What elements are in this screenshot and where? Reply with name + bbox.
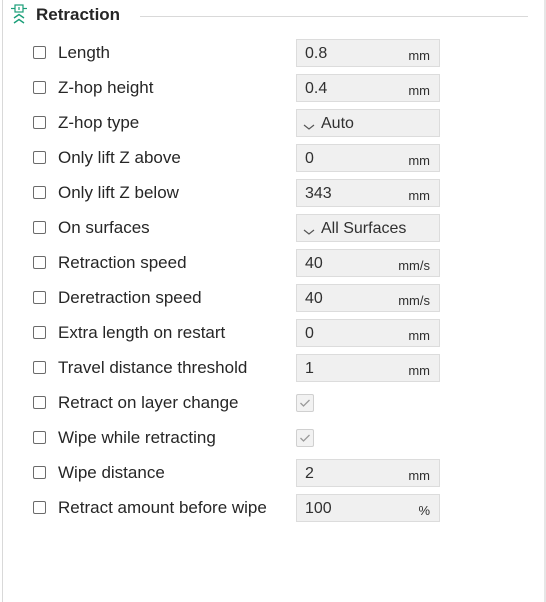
unit-label: mm: [408, 48, 430, 63]
override-checkbox[interactable]: [33, 291, 46, 304]
header-divider: [140, 16, 528, 17]
dropdown-value: All Surfaces: [321, 220, 407, 237]
chevron-down-icon: [303, 118, 315, 130]
unit-label: %: [418, 503, 430, 518]
retraction-icon: [9, 4, 29, 26]
unit-label: mm: [408, 363, 430, 378]
unit-label: mm: [408, 328, 430, 343]
override-checkbox[interactable]: [33, 221, 46, 234]
setting-row-on-surfaces: On surfaces All Surfaces: [0, 211, 546, 246]
override-checkbox[interactable]: [33, 81, 46, 94]
only-lift-z-below-input[interactable]: 343 mm: [296, 179, 440, 207]
setting-row-z-hop-type: Z-hop type Auto: [0, 106, 546, 141]
override-checkbox[interactable]: [33, 396, 46, 409]
input-value: 2: [305, 465, 314, 482]
setting-label: Retraction speed: [58, 253, 187, 272]
override-checkbox[interactable]: [33, 186, 46, 199]
override-checkbox[interactable]: [33, 466, 46, 479]
section-title: Retraction: [36, 5, 121, 24]
setting-row-only-lift-z-above: Only lift Z above 0 mm: [0, 141, 546, 176]
section-header: Retraction: [0, 0, 546, 30]
wipe-distance-input[interactable]: 2 mm: [296, 459, 440, 487]
setting-row-travel-distance-threshold: Travel distance threshold 1 mm: [0, 351, 546, 386]
setting-label: Travel distance threshold: [58, 358, 248, 377]
setting-label: Only lift Z above: [58, 148, 181, 167]
length-input[interactable]: 0.8 mm: [296, 39, 440, 67]
setting-label: Z-hop height: [58, 78, 154, 97]
wipe-while-retracting-checkbox[interactable]: [296, 429, 314, 447]
input-value: 1: [305, 360, 314, 377]
unit-label: mm: [408, 468, 430, 483]
input-value: 0: [305, 150, 314, 167]
setting-row-extra-length-on-restart: Extra length on restart 0 mm: [0, 316, 546, 351]
setting-row-wipe-while-retracting: Wipe while retracting: [0, 421, 546, 456]
checkmark-icon: [300, 399, 310, 407]
override-checkbox[interactable]: [33, 361, 46, 374]
unit-label: mm: [408, 188, 430, 203]
input-value: 0.4: [305, 80, 328, 97]
setting-label: Retract amount before wipe: [58, 498, 267, 517]
setting-row-retract-amount-before-wipe: Retract amount before wipe 100%: [0, 491, 546, 526]
setting-label: Only lift Z below: [58, 183, 179, 202]
override-checkbox[interactable]: [33, 151, 46, 164]
input-value: 343: [305, 185, 332, 202]
z-hop-type-dropdown[interactable]: Auto: [296, 109, 440, 137]
setting-row-wipe-distance: Wipe distance 2 mm: [0, 456, 546, 491]
input-value: 40: [305, 255, 323, 272]
checkmark-icon: [300, 434, 310, 442]
input-value: 0: [305, 325, 314, 342]
deretraction-speed-input[interactable]: 40 mm/s: [296, 284, 440, 312]
z-hop-height-input[interactable]: 0.4 mm: [296, 74, 440, 102]
setting-label: Extra length on restart: [58, 323, 226, 342]
setting-label: Retract on layer change: [58, 393, 239, 412]
chevron-down-icon: [303, 223, 315, 235]
setting-label: Z-hop type: [58, 113, 140, 132]
unit-label: mm: [408, 153, 430, 168]
setting-label: On surfaces: [58, 218, 150, 237]
extra-length-on-restart-input[interactable]: 0 mm: [296, 319, 440, 347]
override-checkbox[interactable]: [33, 326, 46, 339]
setting-label: Deretraction speed: [58, 288, 202, 307]
unit-label: mm/s: [398, 293, 430, 308]
setting-row-deretraction-speed: Deretraction speed 40 mm/s: [0, 281, 546, 316]
setting-label: Wipe while retracting: [58, 428, 216, 447]
override-checkbox[interactable]: [33, 431, 46, 444]
setting-row-retraction-speed: Retraction speed 40 mm/s: [0, 246, 546, 281]
unit-label: mm/s: [398, 258, 430, 273]
travel-distance-threshold-input[interactable]: 1 mm: [296, 354, 440, 382]
setting-row-length: Length 0.8 mm: [0, 36, 546, 71]
on-surfaces-dropdown[interactable]: All Surfaces: [296, 214, 440, 242]
setting-row-z-hop-height: Z-hop height 0.4 mm: [0, 71, 546, 106]
retraction-speed-input[interactable]: 40 mm/s: [296, 249, 440, 277]
override-checkbox[interactable]: [33, 46, 46, 59]
override-checkbox[interactable]: [33, 116, 46, 129]
setting-label: Length: [58, 43, 110, 62]
setting-row-only-lift-z-below: Only lift Z below 343 mm: [0, 176, 546, 211]
retract-amount-before-wipe-input[interactable]: 100%: [296, 494, 440, 522]
only-lift-z-above-input[interactable]: 0 mm: [296, 144, 440, 172]
unit-label: mm: [408, 83, 430, 98]
input-value: 40: [305, 290, 323, 307]
dropdown-value: Auto: [321, 115, 354, 132]
override-checkbox[interactable]: [33, 501, 46, 514]
override-checkbox[interactable]: [33, 256, 46, 269]
setting-row-retract-on-layer-change: Retract on layer change: [0, 386, 546, 421]
input-value: 100: [305, 500, 332, 517]
retract-on-layer-change-checkbox[interactable]: [296, 394, 314, 412]
input-value: 0.8: [305, 45, 328, 62]
setting-label: Wipe distance: [58, 463, 165, 482]
